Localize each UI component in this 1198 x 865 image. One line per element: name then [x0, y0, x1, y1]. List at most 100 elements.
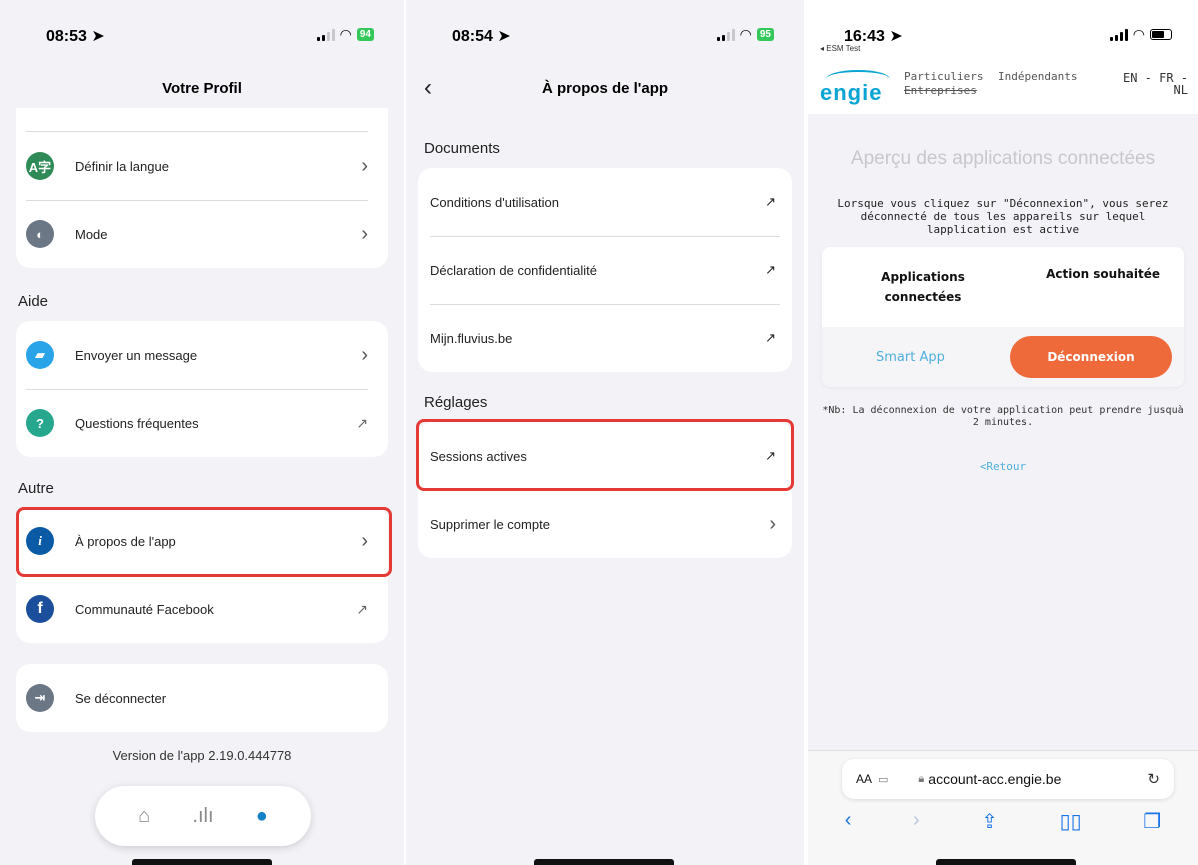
documents-section-title: Documents [424, 140, 500, 157]
language-switcher[interactable]: EN - FR - NL [1123, 72, 1188, 96]
privacy-label: Déclaration de confidentialité [430, 262, 597, 278]
engie-logo[interactable]: engie [820, 70, 896, 105]
language-label: Définir la langue [75, 158, 169, 174]
status-bar: 08:54 ➤ ◠ 95 [452, 26, 774, 46]
bookmarks-icon[interactable]: ▯▯ [1060, 809, 1082, 834]
engie-browser-screen: 16:43 ➤ ◠ ◂ ESM Test engie Particuliers … [806, 0, 1198, 865]
tabs-icon[interactable]: ❐ [1143, 809, 1161, 834]
tab-bar: ⌂ .ılı ● [95, 786, 311, 846]
help-section-title: Aide [18, 293, 49, 310]
about-app-screen: 08:54 ➤ ◠ 95 ‹ À propos de l'app Documen… [404, 0, 804, 865]
connected-apps-table: Applications connectées Action souhaitée… [822, 247, 1184, 387]
external-link-icon: ↗ [356, 600, 368, 617]
app-version: Version de l'app 2.19.0.444778 [112, 748, 292, 763]
signal-icon [316, 28, 335, 41]
status-bar: 08:53 ➤ ◠ 94 [46, 26, 374, 46]
external-link-icon: ↗ [356, 414, 368, 431]
table-header: Applications connectées Action souhaitée [822, 247, 1184, 327]
logout-row[interactable]: ⇥ Se déconnecter [16, 664, 388, 732]
delete-account-row[interactable]: Supprimer le compte › [418, 490, 792, 558]
back-link[interactable]: <Retour [808, 460, 1198, 473]
signal-icon [1109, 28, 1128, 41]
battery-icon: 95 [756, 28, 774, 41]
app-name: Smart App [876, 349, 945, 365]
chevron-right-icon: › [361, 343, 368, 366]
translate-icon: A字 [26, 152, 54, 180]
facebook-label: Communauté Facebook [75, 601, 214, 617]
page-title: Votre Profil [162, 80, 242, 97]
settings-section-title: Réglages [424, 394, 488, 411]
text-size-button[interactable]: AA [856, 772, 872, 786]
logout-icon: ⇥ [26, 684, 54, 712]
external-link-icon: ↗ [765, 194, 776, 209]
home-tab-icon[interactable]: ⌂ [138, 805, 150, 828]
address-bar[interactable]: AA ▭ 🔒︎ account-acc.engie.be ↻ [842, 759, 1174, 799]
disconnect-button[interactable]: Déconnexion [1010, 336, 1172, 378]
fluvius-label: Mijn.fluvius.be [430, 330, 513, 346]
reload-icon[interactable]: ↻ [1147, 770, 1160, 788]
facebook-icon: f [26, 595, 54, 623]
terms-row[interactable]: Conditions d'utilisation ↗ [418, 168, 792, 236]
forward-icon[interactable]: › [913, 809, 920, 834]
documents-card: Conditions d'utilisation ↗ Déclaration d… [418, 168, 792, 372]
share-icon[interactable]: ⇪ [981, 809, 998, 834]
other-section-title: Autre [18, 480, 54, 497]
nav-entreprises-link[interactable]: Entreprises [904, 84, 983, 98]
mode-label: Mode [75, 226, 108, 242]
question-icon: ? [26, 409, 54, 437]
back-to-app-link[interactable]: ◂ ESM Test [820, 44, 860, 53]
send-message-row[interactable]: ▰ Envoyer un message › [16, 321, 388, 389]
facebook-row[interactable]: f Communauté Facebook ↗ [16, 575, 388, 643]
faq-row[interactable]: ? Questions fréquentes ↗ [16, 389, 388, 457]
about-app-row[interactable]: i À propos de l'app › [16, 507, 388, 575]
status-time: 16:43 ➤ [844, 28, 903, 45]
delete-account-label: Supprimer le compte [430, 516, 550, 532]
browser-nav: ‹ › ⇪ ▯▯ ❐ [808, 809, 1198, 834]
logout-description: Lorsque vous cliquez sur "Déconnexion", … [837, 197, 1169, 236]
faq-label: Questions fréquentes [75, 415, 199, 431]
info-icon: i [26, 527, 54, 555]
language-row[interactable]: A字 Définir la langue › [16, 132, 388, 200]
column-header-apps: Applications connectées [881, 270, 965, 304]
chevron-right-icon: › [361, 529, 368, 552]
profile-tab-icon[interactable]: ● [256, 805, 268, 828]
column-header-action: Action souhaitée [1046, 267, 1160, 281]
signal-icon [716, 28, 735, 41]
external-link-icon: ↗ [765, 262, 776, 277]
chat-icon: ▰ [26, 341, 54, 369]
battery-icon [1150, 29, 1172, 40]
chevron-right-icon: › [361, 222, 368, 245]
settings-card: Sessions actives ↗ Supprimer le compte › [418, 422, 792, 558]
mode-row[interactable]: ◐ Mode › [16, 200, 388, 268]
fluvius-row[interactable]: Mijn.fluvius.be ↗ [418, 304, 792, 372]
status-bar: 16:43 ➤ ◠ [844, 26, 1172, 46]
external-link-icon: ↗ [765, 330, 776, 345]
extension-icon[interactable]: ▭ [878, 773, 888, 786]
external-link-icon: ↗ [765, 448, 776, 463]
page-heading: Aperçu des applications connectées [850, 148, 1156, 169]
about-app-label: À propos de l'app [75, 533, 176, 549]
contrast-icon: ◐ [26, 220, 54, 248]
active-sessions-row[interactable]: Sessions actives ↗ [418, 422, 792, 490]
nav-particuliers-link[interactable]: Particuliers [904, 70, 983, 84]
home-indicator [132, 859, 272, 865]
status-time: 08:53 ➤ [46, 28, 105, 45]
profile-screen: 08:53 ➤ ◠ 94 Votre Profil A字 Définir la … [0, 0, 404, 865]
lock-icon: 🔒︎ [918, 772, 925, 785]
home-indicator [936, 859, 1076, 865]
battery-icon: 94 [356, 28, 374, 41]
chevron-right-icon: › [769, 512, 776, 535]
status-time: 08:54 ➤ [452, 28, 511, 45]
page-title: À propos de l'app [541, 80, 669, 97]
nav-independants-link[interactable]: Indépendants [998, 70, 1077, 83]
terms-label: Conditions d'utilisation [430, 194, 559, 210]
stats-tab-icon[interactable]: .ılı [192, 805, 213, 828]
home-indicator [534, 859, 674, 865]
back-icon[interactable]: ‹ [845, 809, 852, 834]
wifi-icon: ◠ [739, 26, 752, 42]
safari-toolbar: AA ▭ 🔒︎ account-acc.engie.be ↻ ‹ › ⇪ ▯▯ … [808, 750, 1198, 865]
disconnect-note: *Nb: La déconnexion de votre application… [822, 405, 1184, 428]
privacy-row[interactable]: Déclaration de confidentialité ↗ [418, 236, 792, 304]
send-message-label: Envoyer un message [75, 347, 198, 363]
active-sessions-label: Sessions actives [430, 448, 527, 464]
